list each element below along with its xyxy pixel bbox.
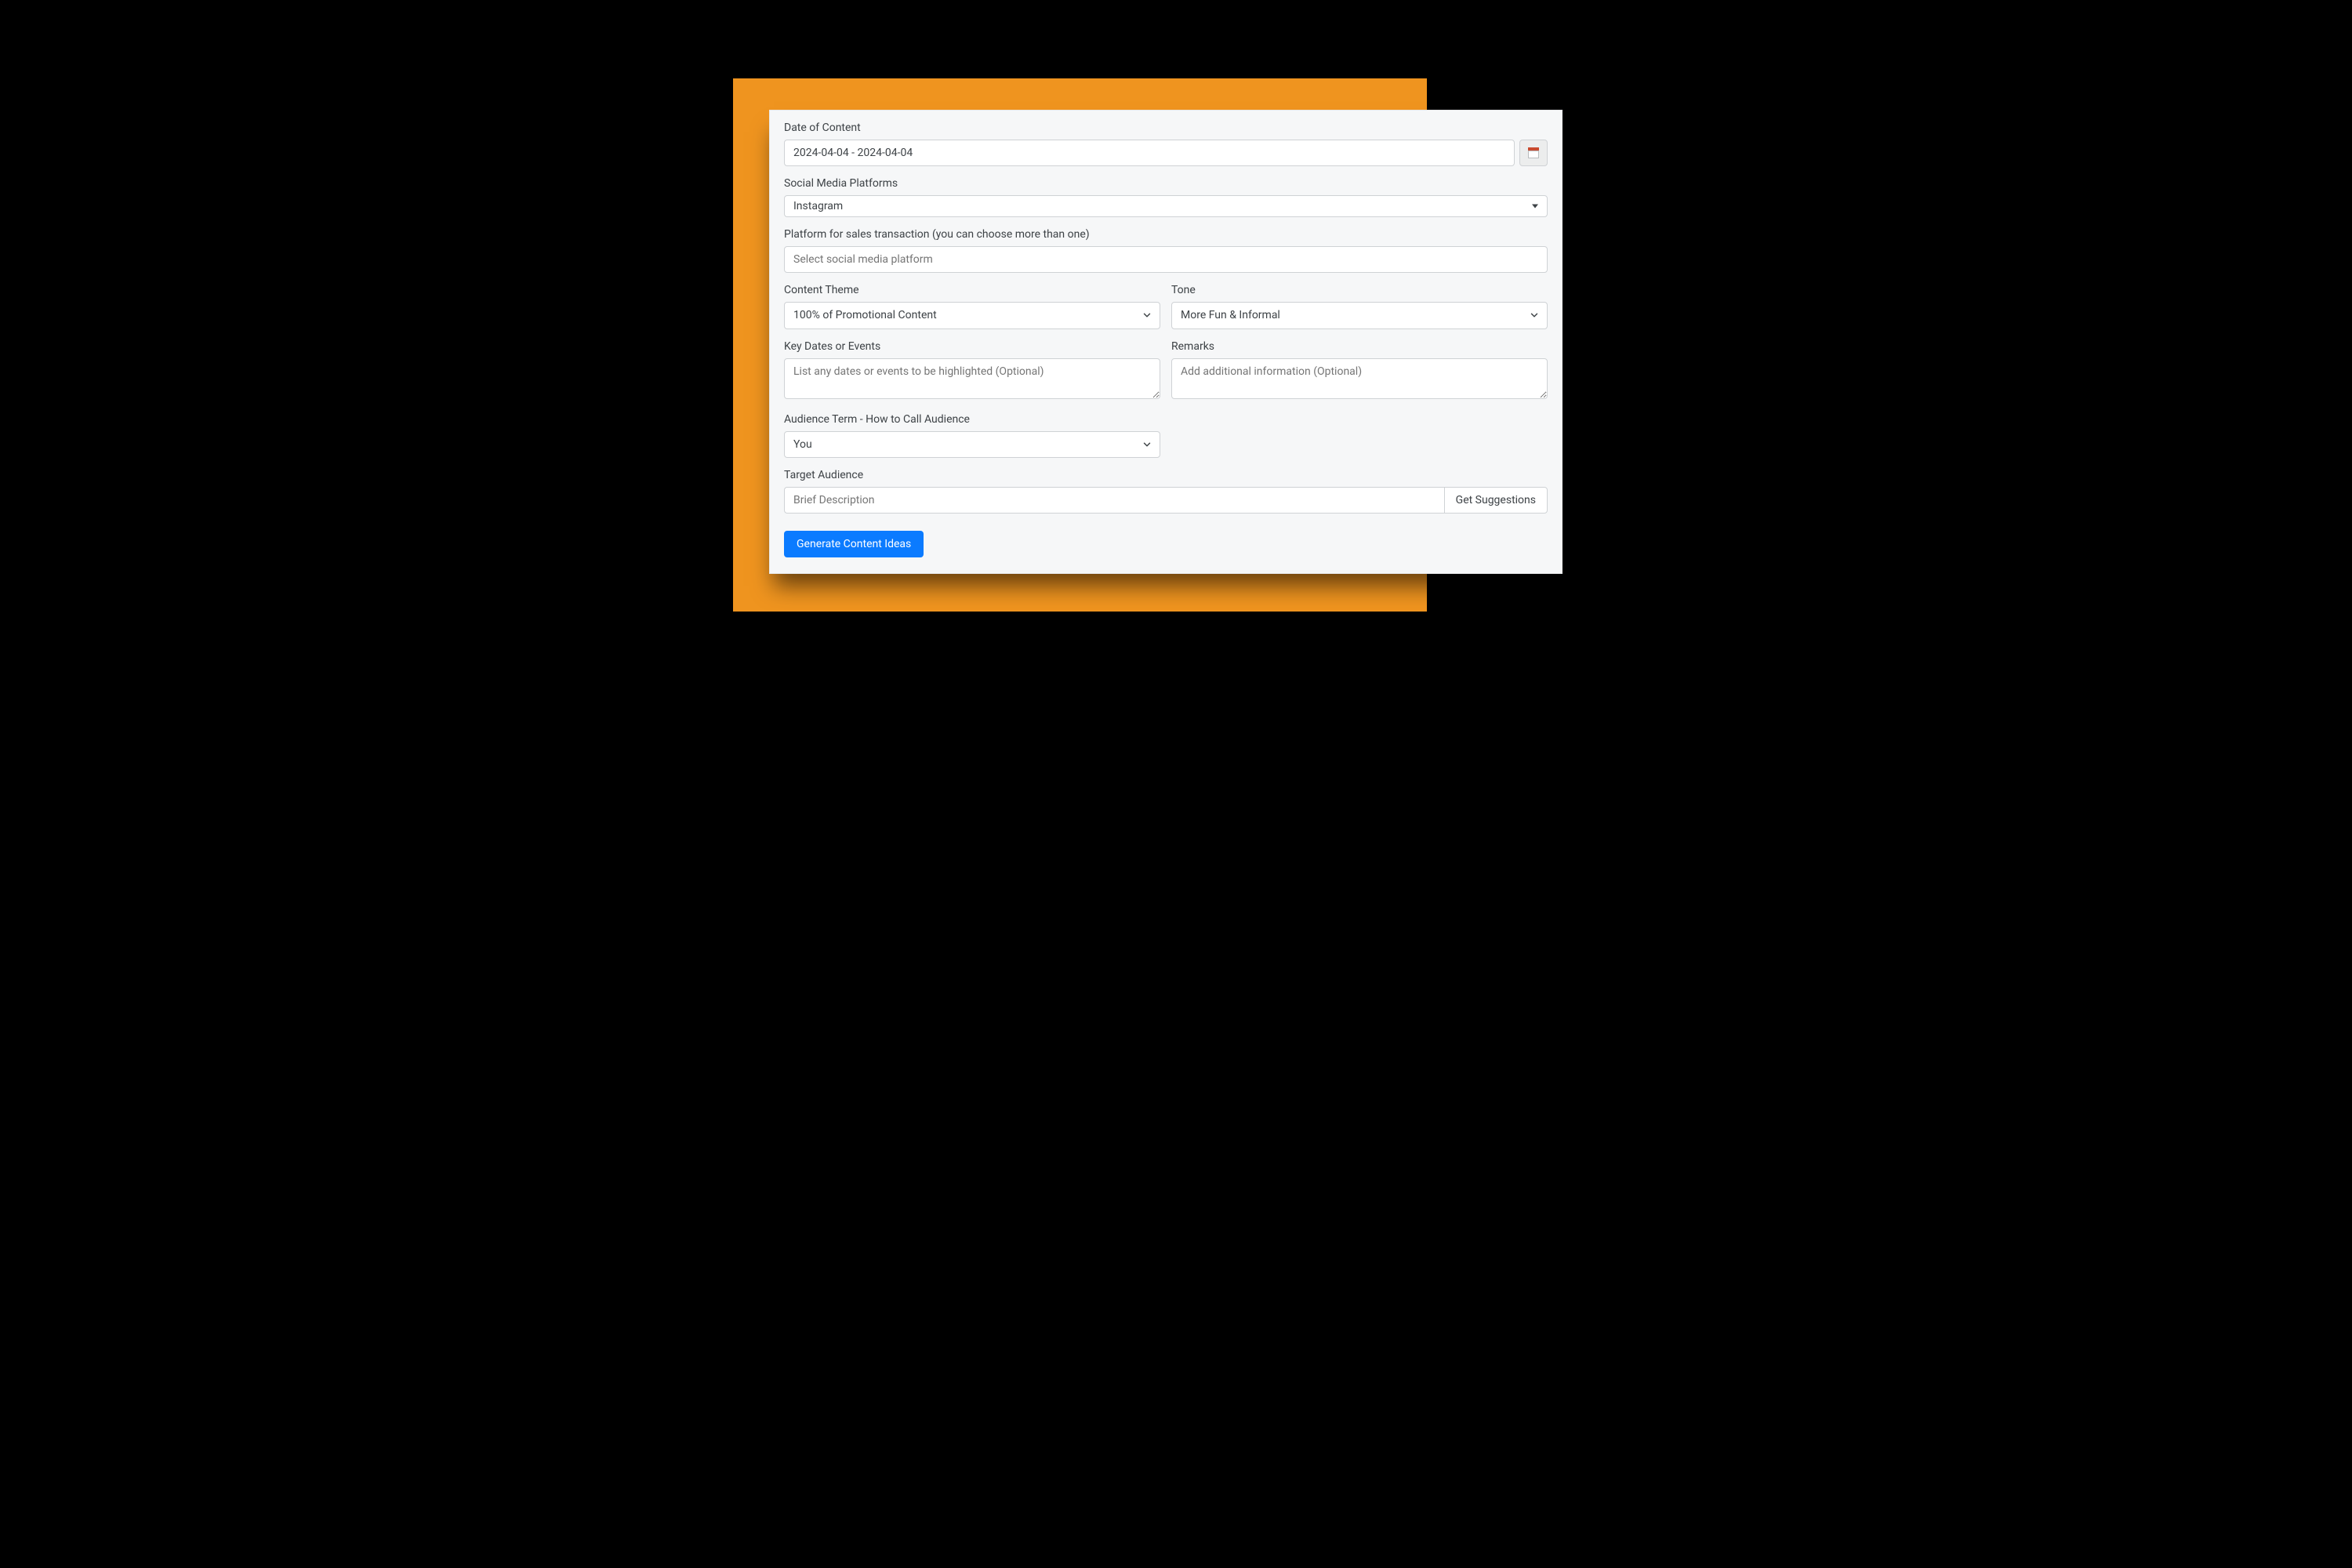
target-audience-input[interactable] <box>784 487 1444 514</box>
calendar-icon <box>1528 147 1539 158</box>
content-form-card: Date of Content Social Media Platforms I… <box>769 110 1563 574</box>
sales-platform-input[interactable] <box>784 246 1548 273</box>
label-key-dates: Key Dates or Events <box>784 340 1160 353</box>
remarks-textarea[interactable] <box>1171 358 1548 399</box>
group-key-dates: Key Dates or Events <box>784 340 1160 402</box>
label-tone: Tone <box>1171 284 1548 296</box>
label-sales-platform: Platform for sales transaction (you can … <box>784 228 1548 241</box>
audience-term-select[interactable]: You <box>784 431 1160 458</box>
group-target-audience: Target Audience Get Suggestions <box>784 469 1548 514</box>
label-date-of-content: Date of Content <box>784 122 1548 134</box>
group-audience-term: Audience Term - How to Call Audience You <box>784 413 1160 458</box>
label-target-audience: Target Audience <box>784 469 1548 481</box>
generate-content-ideas-button[interactable]: Generate Content Ideas <box>784 531 924 557</box>
get-suggestions-button[interactable]: Get Suggestions <box>1444 487 1548 514</box>
label-content-theme: Content Theme <box>784 284 1160 296</box>
label-remarks: Remarks <box>1171 340 1548 353</box>
group-content-theme: Content Theme 100% of Promotional Conten… <box>784 284 1160 328</box>
platforms-select[interactable]: Instagram <box>784 195 1548 217</box>
label-platforms: Social Media Platforms <box>784 177 1548 190</box>
group-date-of-content: Date of Content <box>784 122 1548 166</box>
group-remarks: Remarks <box>1171 340 1548 402</box>
group-tone: Tone More Fun & Informal <box>1171 284 1548 328</box>
key-dates-textarea[interactable] <box>784 358 1160 399</box>
date-of-content-input[interactable] <box>784 140 1515 166</box>
content-theme-select[interactable]: 100% of Promotional Content <box>784 302 1160 328</box>
tone-select[interactable]: More Fun & Informal <box>1171 302 1548 328</box>
label-audience-term: Audience Term - How to Call Audience <box>784 413 1160 426</box>
calendar-button[interactable] <box>1519 140 1548 166</box>
group-platforms: Social Media Platforms Instagram <box>784 177 1548 217</box>
group-sales-platform: Platform for sales transaction (you can … <box>784 228 1548 273</box>
